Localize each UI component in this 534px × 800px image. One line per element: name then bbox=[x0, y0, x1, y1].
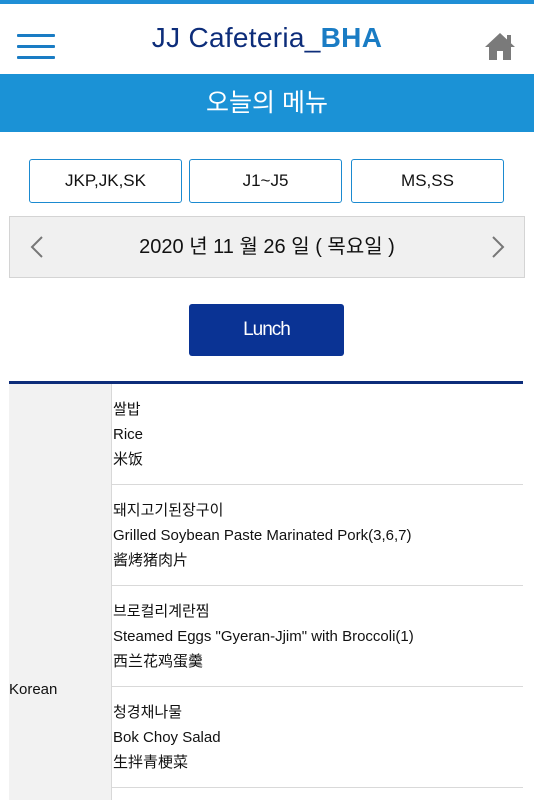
location-tabs: JKP,JK,SK J1~J5 MS,SS bbox=[29, 159, 505, 203]
menu-category-label: Korean bbox=[9, 681, 58, 698]
menu-item-chinese: 米饭 bbox=[113, 451, 144, 468]
lunch-button[interactable]: Lunch bbox=[189, 304, 344, 356]
current-date: 2020 년 11 월 26 일 ( 목요일 ) bbox=[139, 236, 395, 258]
home-icon[interactable] bbox=[483, 30, 517, 62]
menu-item-korean: 돼지고기된장구이 bbox=[113, 502, 224, 519]
page-title: 오늘의 메뉴 bbox=[206, 89, 328, 117]
menu-item-english: Steamed Eggs "Gyeran-Jjim" with Broccoli… bbox=[113, 628, 414, 645]
menu-item: 청경채나물 Bok Choy Salad 生拌青梗菜 bbox=[112, 687, 523, 788]
menu-item-english: Bok Choy Salad bbox=[113, 729, 221, 746]
tab-ms-ss[interactable]: MS,SS bbox=[351, 159, 504, 203]
menu-item: 돼지고기된장구이 Grilled Soybean Paste Marinated… bbox=[112, 485, 523, 586]
tab-jkp-jk-sk[interactable]: JKP,JK,SK bbox=[29, 159, 182, 203]
menu-item: 쌀밥 Rice 米饭 bbox=[112, 384, 523, 485]
chevron-right-icon[interactable] bbox=[487, 235, 509, 259]
app-title-main: JJ Cafeteria_ bbox=[151, 22, 321, 53]
menu-item-chinese: 酱烤猪肉片 bbox=[113, 552, 189, 569]
app-title-accent: BHA bbox=[320, 22, 383, 53]
app-header: JJ Cafeteria_BHA bbox=[0, 4, 534, 74]
menu-items-list: 쌀밥 Rice 米饭 돼지고기된장구이 Grilled Soybean Past… bbox=[112, 384, 523, 788]
menu-item-korean: 청경채나물 bbox=[113, 704, 183, 721]
page-banner: 오늘의 메뉴 bbox=[0, 74, 534, 132]
menu-item: 브로컬리계란찜 Steamed Eggs "Gyeran-Jjim" with … bbox=[112, 586, 523, 687]
menu-item-english: Rice bbox=[113, 426, 144, 443]
date-navigator: 2020 년 11 월 26 일 ( 목요일 ) bbox=[9, 216, 525, 278]
menu-category-cell: Korean bbox=[9, 384, 112, 800]
menu-item-chinese: 西兰花鸡蛋羹 bbox=[113, 653, 204, 670]
tab-j1-j5[interactable]: J1~J5 bbox=[189, 159, 342, 203]
app-title[interactable]: JJ Cafeteria_BHA bbox=[0, 22, 534, 54]
menu-item-english: Grilled Soybean Paste Marinated Pork(3,6… bbox=[113, 527, 412, 544]
menu-item-korean: 브로컬리계란찜 bbox=[113, 603, 210, 620]
menu-item-chinese: 生拌青梗菜 bbox=[113, 754, 189, 771]
menu-item-korean: 쌀밥 bbox=[113, 401, 141, 418]
